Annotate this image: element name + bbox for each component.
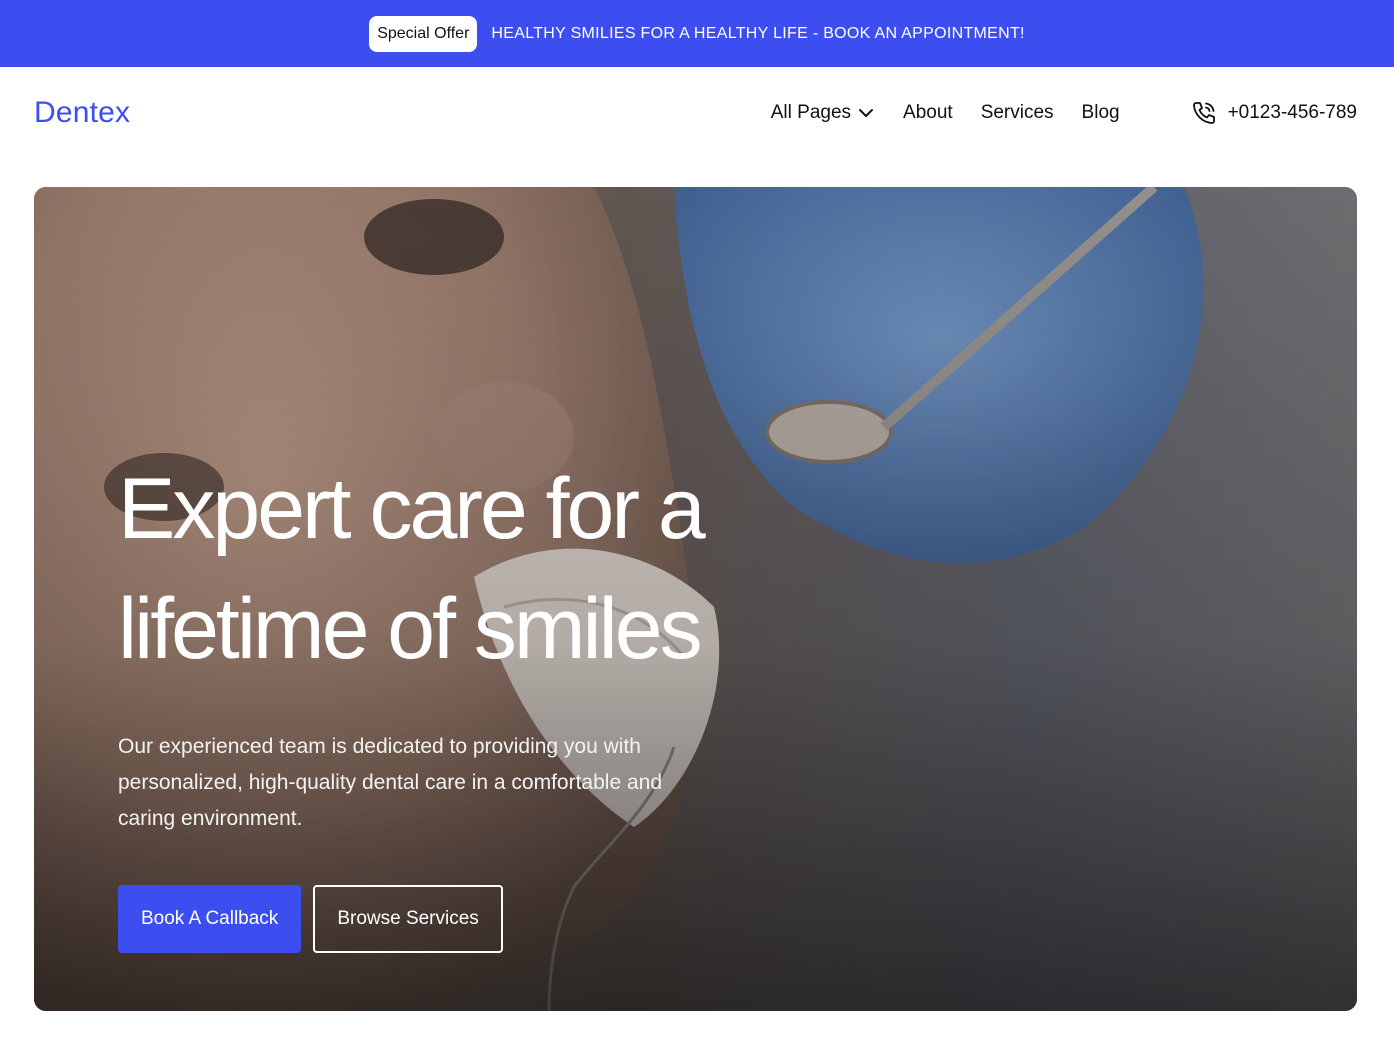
hero-title: Expert care for a lifetime of smiles <box>118 449 818 689</box>
hero-title-line-2: lifetime of smiles <box>118 581 703 677</box>
announcement-text[interactable]: HEALTHY SMILIES FOR A HEALTHY LIFE - BOO… <box>491 25 1024 43</box>
chevron-down-icon <box>857 104 875 122</box>
hero-content: Expert care for a lifetime of smiles Our… <box>118 449 818 953</box>
hero-title-line-1: Expert care for a <box>118 461 706 557</box>
hero-section: Expert care for a lifetime of smiles Our… <box>34 187 1357 1011</box>
phone-icon <box>1190 99 1218 127</box>
nav-all-pages[interactable]: All Pages <box>771 102 875 124</box>
nav-services[interactable]: Services <box>981 102 1054 124</box>
logo[interactable]: Dentex <box>34 96 130 130</box>
book-callback-button[interactable]: Book A Callback <box>118 885 302 953</box>
hero-subtitle: Our experienced team is dedicated to pro… <box>118 735 663 830</box>
hero-buttons: Book A Callback Browse Services <box>118 885 818 953</box>
nav-all-pages-label: All Pages <box>770 102 852 123</box>
browse-services-button[interactable]: Browse Services <box>313 885 503 953</box>
phone-contact[interactable]: +0123-456-789 <box>1190 99 1357 127</box>
phone-number: +0123-456-789 <box>1227 102 1357 123</box>
nav-about[interactable]: About <box>903 102 953 124</box>
special-offer-badge[interactable]: Special Offer <box>369 15 478 52</box>
nav-blog[interactable]: Blog <box>1082 102 1120 124</box>
announcement-bar: Special Offer HEALTHY SMILIES FOR A HEAL… <box>0 0 1394 67</box>
main-nav: All Pages About Services Blog <box>771 102 1120 124</box>
site-header: Dentex All Pages About Services Blog +01… <box>0 67 1394 159</box>
